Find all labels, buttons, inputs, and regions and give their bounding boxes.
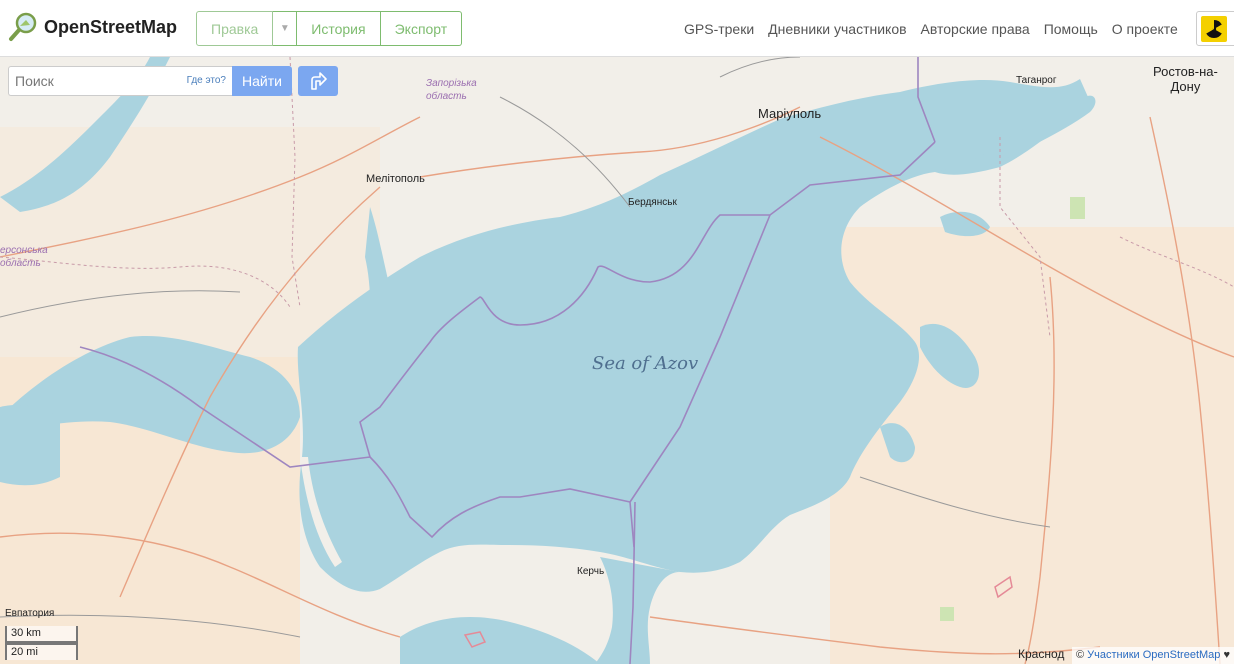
sea-of-azov-label: Sea of Azov <box>592 353 699 374</box>
nav-gps-traces[interactable]: GPS-треки <box>684 21 754 37</box>
region-label-line: область <box>0 258 41 269</box>
region-label-line: Запорізька <box>426 78 477 89</box>
directions-icon <box>311 72 327 90</box>
city-label-mariupol: Маріуполь <box>758 106 822 121</box>
nav-about[interactable]: О проекте <box>1112 21 1178 37</box>
city-label-melitopol: Мелітополь <box>366 173 425 185</box>
radiation-avatar-icon <box>1201 15 1227 42</box>
edit-button[interactable]: Правка <box>196 11 274 46</box>
forest-patch <box>940 607 954 621</box>
region-label-zaporizhzhia: Запорізька область <box>426 77 477 103</box>
region-label-line: ерсонська <box>0 245 48 256</box>
caret-down-icon: ▼ <box>279 23 290 34</box>
city-label-evpatoria: Евпатория <box>5 608 55 619</box>
edit-button-group: Правка ▼ История Экспорт <box>196 11 463 46</box>
scale-bar-km: 30 km <box>5 626 78 643</box>
nav-help[interactable]: Помощь <box>1044 21 1098 37</box>
directions-button[interactable] <box>298 66 338 96</box>
region-label-kherson: ерсонська область <box>0 244 48 270</box>
attribution-prefix: © <box>1075 649 1085 661</box>
edit-dropdown-button[interactable]: ▼ <box>273 11 298 46</box>
city-label-line: Ростов-на- <box>1153 64 1218 79</box>
city-label-rostov: Ростов-на- Дону <box>1153 64 1218 94</box>
search-button[interactable]: Найти <box>232 66 292 96</box>
header: OpenStreetMap Правка ▼ История Экспорт G… <box>0 0 1234 57</box>
export-button[interactable]: Экспорт <box>380 11 463 46</box>
logo[interactable]: OpenStreetMap <box>8 12 177 42</box>
history-button[interactable]: История <box>297 11 381 46</box>
western-lagoon-water <box>0 405 60 486</box>
map-canvas[interactable]: Sea of Azov Запорізька область ерсонська… <box>0 57 1234 664</box>
city-label-krasnodar: Краснод <box>1018 647 1065 661</box>
scale-bar: 30 km 20 mi <box>5 626 78 660</box>
logo-text: OpenStreetMap <box>44 16 178 37</box>
top-nav: GPS-треки Дневники участников Авторские … <box>684 21 1178 37</box>
scale-bar-mi: 20 mi <box>5 643 78 660</box>
nav-user-diaries[interactable]: Дневники участников <box>768 21 906 37</box>
nav-copyright[interactable]: Авторские права <box>921 21 1030 37</box>
attribution: © Участники OpenStreetMap ♥ <box>1071 647 1234 664</box>
user-menu[interactable]: t <box>1196 11 1234 46</box>
heart-icon[interactable]: ♥ <box>1223 649 1230 661</box>
city-label-taganrog: Таганрог <box>1016 75 1057 86</box>
forest-patch <box>1070 197 1085 219</box>
city-label-berdiansk: Бердянськ <box>628 197 677 208</box>
search-bar: Где это? Найти <box>8 66 338 96</box>
where-is-this-link[interactable]: Где это? <box>187 75 226 86</box>
magnifier-logo-icon <box>9 12 37 41</box>
city-label-line: Дону <box>1170 79 1201 94</box>
search-field-wrapper: Где это? <box>8 66 232 96</box>
attribution-link[interactable]: Участники OpenStreetMap <box>1087 649 1220 661</box>
region-label-line: область <box>426 91 467 102</box>
city-label-kerch: Керчь <box>577 566 605 577</box>
